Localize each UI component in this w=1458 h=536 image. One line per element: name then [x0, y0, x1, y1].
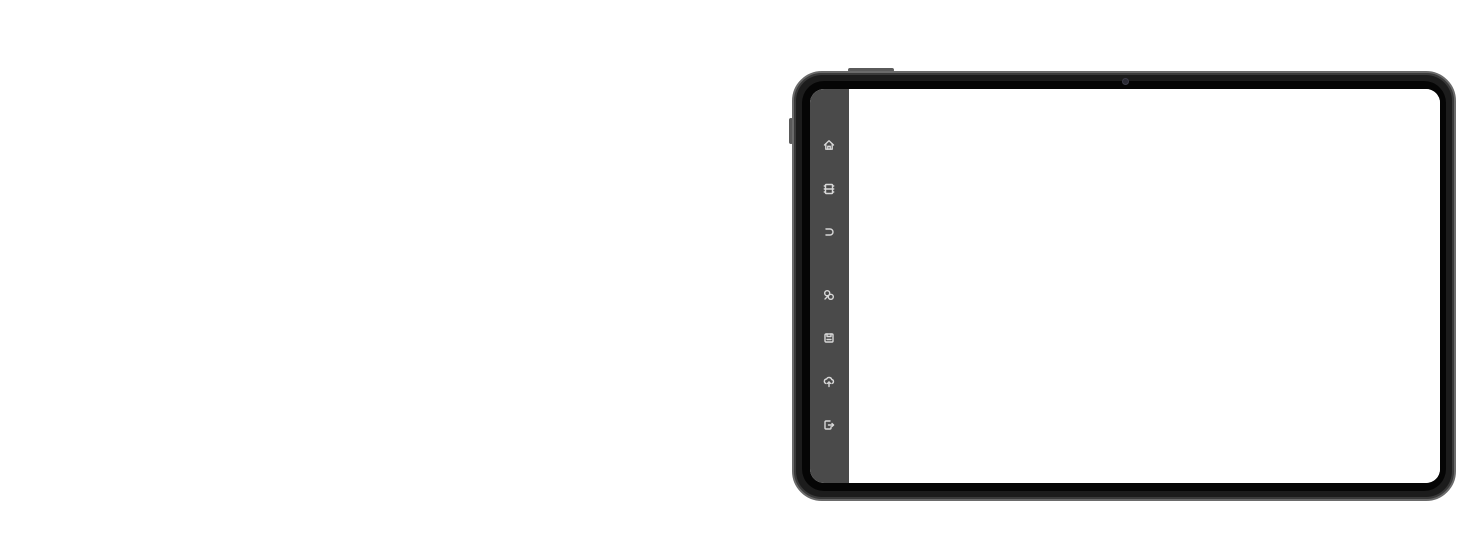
gallery-icon — [823, 289, 835, 301]
sidebar-item-upload[interactable] — [819, 372, 839, 392]
front-camera — [1122, 78, 1129, 85]
export-icon — [824, 420, 835, 430]
sidebar — [810, 89, 849, 483]
cloud-upload-icon — [823, 376, 835, 388]
sidebar-item-gallery[interactable] — [819, 285, 839, 305]
home-icon — [823, 140, 835, 150]
sidebar-item-film[interactable] — [819, 179, 839, 199]
sidebar-item-save[interactable] — [819, 328, 839, 348]
main-content — [849, 89, 1440, 483]
sidebar-item-export[interactable] — [819, 415, 839, 435]
undo-icon — [825, 228, 834, 236]
save-icon — [824, 333, 834, 343]
tablet-screen — [810, 89, 1440, 483]
sidebar-item-home[interactable] — [819, 135, 839, 155]
sidebar-item-undo[interactable] — [819, 222, 839, 242]
film-icon — [823, 183, 835, 195]
